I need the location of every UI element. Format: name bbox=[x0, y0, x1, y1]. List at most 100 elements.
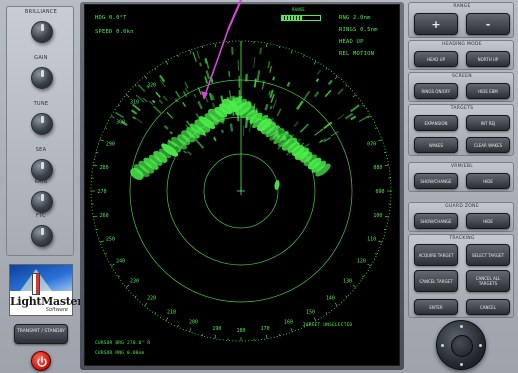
echo-streak bbox=[164, 126, 168, 129]
control-knob-group: BRILLIANCE GAIN TUNE SEA RAIN FTC bbox=[6, 6, 74, 256]
guard-hide-button[interactable]: HIDE bbox=[466, 213, 510, 229]
bearing-tick bbox=[202, 334, 203, 336]
joystick-right-mark bbox=[479, 344, 482, 347]
bearing-tick bbox=[335, 303, 338, 306]
echo-streak bbox=[329, 80, 332, 84]
bearing-tick bbox=[190, 328, 191, 332]
tune-label: TUNE bbox=[7, 101, 75, 107]
bearing-tick bbox=[155, 68, 156, 70]
vrm-hide-button[interactable]: HIDE bbox=[466, 173, 510, 189]
echo-streak bbox=[260, 48, 261, 55]
bearing-label: 310 bbox=[130, 100, 139, 106]
echo-streak bbox=[211, 76, 213, 82]
bearing-label: 080 bbox=[373, 165, 382, 171]
range-rings bbox=[91, 41, 391, 341]
bearing-tick bbox=[145, 303, 148, 306]
bearing-tick bbox=[215, 335, 216, 339]
echo-streak bbox=[317, 70, 320, 75]
hide-ebm-button[interactable]: HIDE EBM bbox=[466, 83, 510, 99]
power-button[interactable] bbox=[31, 351, 51, 371]
range-group-title: RANGE bbox=[409, 4, 515, 9]
sea-knob[interactable] bbox=[31, 159, 53, 181]
bearing-tick bbox=[304, 55, 305, 57]
north-up-button[interactable]: NORTH UP bbox=[466, 51, 510, 67]
echo-streak bbox=[294, 122, 298, 127]
tracking-group: TRACKING ACQUIRE TARGET SELECT TARGET CA… bbox=[408, 234, 514, 318]
bearing-tick bbox=[378, 241, 382, 242]
radar-display: 0700800901001101201301401501601701801902… bbox=[85, 5, 400, 366]
bearing-tick bbox=[314, 317, 316, 320]
echo-streak bbox=[156, 92, 160, 97]
echo-streak bbox=[230, 90, 231, 97]
cancel-all-targets-button[interactable]: CANCEL ALL TARGETS bbox=[466, 270, 510, 292]
enter-button[interactable]: ENTER bbox=[414, 299, 458, 315]
bearing-tick bbox=[291, 328, 292, 332]
bearing-tick bbox=[353, 95, 356, 98]
trackball-center[interactable] bbox=[451, 335, 473, 357]
gain-knob[interactable] bbox=[31, 67, 53, 89]
trackball-joystick[interactable] bbox=[436, 320, 486, 370]
clear-wakes-button[interactable]: CLEAR WAKES bbox=[466, 137, 510, 153]
int-rej-button[interactable]: INT REJ bbox=[466, 115, 510, 131]
bearing-label: 180 bbox=[236, 328, 245, 334]
tune-knob[interactable] bbox=[31, 113, 53, 135]
head-up-button[interactable]: HEAD UP bbox=[414, 51, 458, 67]
heading-mode-title: HEADING MODE bbox=[409, 42, 515, 47]
joystick-down-mark bbox=[460, 363, 463, 366]
bearing-tick bbox=[166, 61, 168, 64]
echo-streak bbox=[115, 112, 123, 117]
bearing-tick bbox=[105, 254, 107, 255]
bearing-tick bbox=[111, 116, 114, 118]
rain-knob[interactable] bbox=[31, 191, 53, 213]
brilliance-knob[interactable] bbox=[31, 21, 53, 43]
range-plus-button[interactable]: + bbox=[414, 13, 458, 35]
echo-streak bbox=[138, 85, 145, 92]
acquire-target-button[interactable]: ACQUIRE TARGET bbox=[414, 244, 458, 266]
expansion-button[interactable]: EXPANSION bbox=[414, 115, 458, 131]
echo-streak bbox=[338, 89, 343, 94]
bearing-tick bbox=[118, 276, 120, 277]
bearing-label: 090 bbox=[375, 189, 384, 195]
transmit-standby-button[interactable]: TRANSMIT / STANDBY bbox=[14, 324, 68, 344]
bearing-label: 200 bbox=[189, 320, 198, 326]
cancel-button[interactable]: CANCEL bbox=[466, 299, 510, 315]
ftc-control: FTC bbox=[7, 213, 75, 259]
bearing-tick bbox=[166, 317, 168, 320]
vrm-show-change-button[interactable]: SHOW/CHANGE bbox=[414, 173, 458, 189]
cancel-target-button[interactable]: CANCEL TARGET bbox=[414, 270, 458, 292]
target-status-readout: TARGET UNSELECTED bbox=[303, 323, 352, 328]
echo-streak bbox=[315, 92, 319, 97]
echo-streak bbox=[214, 138, 216, 142]
radar-screen[interactable]: 070 080 090 100 110 120 130 140 150 160 170 180 190 2… bbox=[84, 4, 400, 366]
echo-streak bbox=[254, 57, 255, 68]
echo-streak bbox=[197, 51, 200, 59]
logo-sub: Software bbox=[10, 307, 72, 313]
radar-echoes bbox=[115, 47, 369, 190]
guard-zone-group: GUARD ZONE SHOW/CHANGE HIDE bbox=[408, 202, 514, 232]
echo-streak bbox=[200, 63, 201, 66]
echo-streak bbox=[273, 100, 276, 109]
rings-toggle-button[interactable]: RINGS ON/OFF bbox=[414, 83, 458, 99]
radar-simulator-window: BRILLIANCE GAIN TUNE SEA RAIN FTC LightM… bbox=[0, 0, 518, 373]
bearing-label: 320 bbox=[147, 83, 156, 89]
echo-streak bbox=[246, 117, 247, 128]
ftc-knob[interactable] bbox=[31, 225, 53, 247]
wakes-button[interactable]: WAKES bbox=[414, 137, 458, 153]
echo-streak bbox=[222, 130, 223, 133]
screen-group-title: SCREEN bbox=[409, 74, 515, 79]
cursor-range-readout: CURSOR RNG 0.00nm bbox=[95, 351, 144, 356]
echo-streak bbox=[187, 152, 191, 155]
bearing-tick bbox=[202, 46, 203, 48]
echo-streak bbox=[184, 151, 187, 153]
bearing-tick bbox=[93, 165, 97, 166]
bearing-label: 140 bbox=[326, 295, 335, 301]
guard-show-change-button[interactable]: SHOW/CHANGE bbox=[414, 213, 458, 229]
bearing-label: 260 bbox=[100, 213, 109, 219]
bearing-tick bbox=[375, 254, 377, 255]
bearing-tick bbox=[111, 264, 114, 266]
bearing-label: 250 bbox=[106, 237, 115, 243]
echo-streak bbox=[204, 92, 208, 103]
sea-label: SEA bbox=[7, 147, 75, 153]
select-target-button[interactable]: SELECT TARGET bbox=[466, 244, 510, 266]
range-minus-button[interactable]: - bbox=[466, 13, 510, 35]
